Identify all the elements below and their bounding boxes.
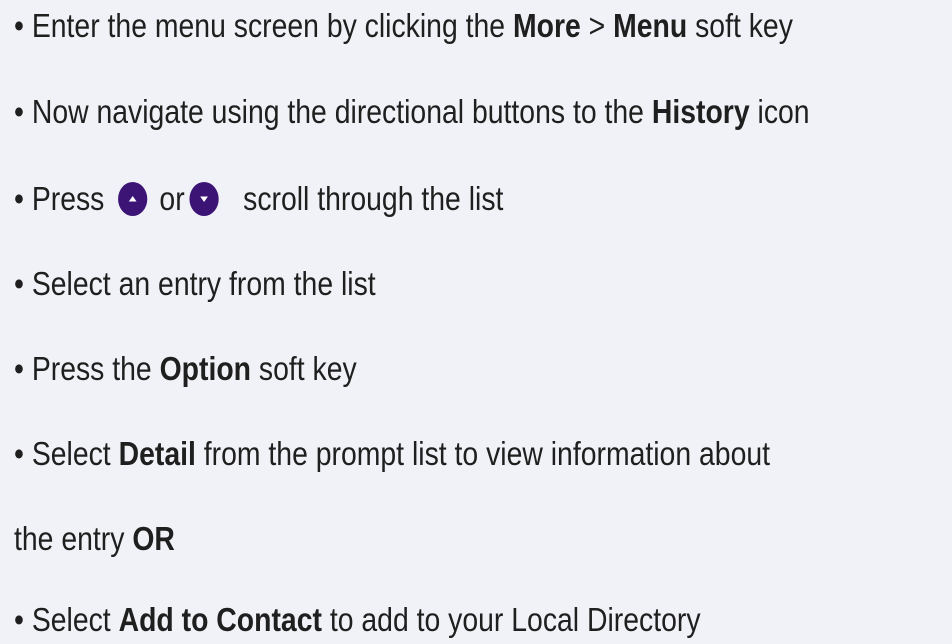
instruction-press-option: • Press the Option soft key <box>14 350 357 387</box>
instruction-navigate-history: • Now navigate using the directional but… <box>14 93 810 130</box>
instruction-scroll-list: • Press or scroll through the list <box>14 180 504 217</box>
instruction-entry-or: the entry OR <box>14 520 175 557</box>
instruction-add-to-contact: • Select Add to Contact to add to your L… <box>14 601 701 638</box>
instruction-document: • Enter the menu screen by clicking the … <box>0 0 952 644</box>
history-label: History <box>651 93 750 130</box>
option-key-label: Option <box>159 350 252 387</box>
instruction-select-detail: • Select Detail from the prompt list to … <box>14 435 771 472</box>
add-to-contact-label: Add to Contact <box>118 601 322 638</box>
menu-key-label: Menu <box>613 7 688 44</box>
instruction-select-entry: • Select an entry from the list <box>14 265 376 302</box>
detail-label: Detail <box>118 435 196 472</box>
more-key-label: More <box>512 7 581 44</box>
down-arrow-button-icon <box>189 182 220 216</box>
or-label: OR <box>132 520 175 557</box>
instruction-enter-menu: • Enter the menu screen by clicking the … <box>14 7 793 44</box>
up-arrow-button-icon <box>118 182 148 216</box>
